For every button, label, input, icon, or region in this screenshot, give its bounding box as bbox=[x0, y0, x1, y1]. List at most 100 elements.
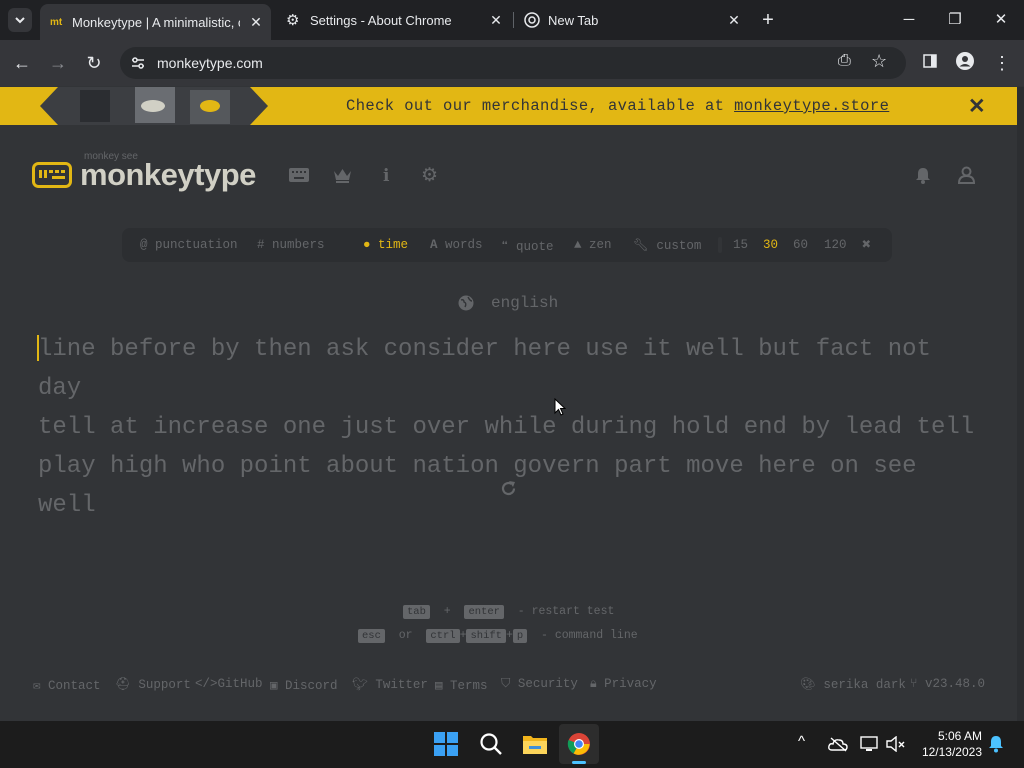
footer-github[interactable]: </>GitHub bbox=[195, 677, 263, 691]
shield-icon: ⛉ bbox=[501, 677, 511, 691]
taskbar-chrome[interactable] bbox=[559, 724, 599, 764]
minimize-button[interactable]: ─ bbox=[897, 8, 921, 32]
quote-icon: ❝ bbox=[501, 240, 509, 254]
close-icon[interactable]: ✕ bbox=[726, 12, 742, 29]
close-window-button[interactable]: ✕ bbox=[989, 8, 1013, 32]
restore-button[interactable]: ❐ bbox=[943, 8, 967, 32]
logo-text[interactable]: monkeytype bbox=[80, 157, 256, 193]
mode-label: time bbox=[378, 238, 409, 252]
numbers-label: numbers bbox=[272, 238, 325, 252]
footer-support[interactable]: ⛑ Support bbox=[115, 677, 191, 692]
forward-button[interactable]: → bbox=[46, 51, 70, 75]
punctuation-toggle[interactable]: @ punctuation bbox=[140, 238, 238, 252]
notification-bell-icon[interactable] bbox=[915, 167, 931, 184]
twitter-icon: 🐦︎ bbox=[352, 678, 368, 692]
or-text: or bbox=[398, 629, 413, 642]
footer-discord[interactable]: ▣ Discord bbox=[270, 677, 338, 693]
mode-zen[interactable]: ▲ zen bbox=[574, 238, 612, 252]
custom-tools-icon[interactable]: ✖ bbox=[862, 235, 871, 254]
key-p: p bbox=[512, 629, 528, 643]
side-panel-icon bbox=[923, 54, 937, 68]
footer-link-label: GitHub bbox=[217, 677, 263, 691]
chevron-up-icon[interactable]: ^ bbox=[798, 733, 805, 750]
gear-icon: ⚙ bbox=[286, 12, 300, 29]
footer-contact[interactable]: ✉ Contact bbox=[33, 677, 101, 693]
close-icon[interactable]: ✕ bbox=[248, 14, 264, 31]
account-icon[interactable] bbox=[958, 166, 975, 184]
restore-icon: ❐ bbox=[948, 11, 962, 28]
close-icon: ✕ bbox=[994, 11, 1008, 28]
language-button[interactable]: english bbox=[458, 294, 558, 312]
more-vert-icon: ⋮ bbox=[993, 53, 1011, 73]
mode-quote[interactable]: ❝ quote bbox=[501, 238, 554, 254]
close-icon[interactable]: ✕ bbox=[488, 12, 504, 29]
numbers-toggle[interactable]: # numbers bbox=[257, 238, 325, 252]
footer-version[interactable]: ⑂ v23.48.0 bbox=[910, 677, 985, 691]
footer-privacy[interactable]: 🔒︎ Privacy bbox=[590, 677, 657, 691]
language-label: english bbox=[491, 294, 559, 312]
site-info-icon[interactable] bbox=[130, 55, 146, 71]
footer-link-label: Twitter bbox=[375, 678, 428, 692]
monkeytype-logo-icon[interactable] bbox=[32, 162, 72, 188]
plus-text: + bbox=[505, 629, 513, 642]
chrome-menu-button[interactable]: ⋮ bbox=[990, 51, 1014, 75]
at-icon: @ bbox=[140, 238, 148, 252]
close-banner-button[interactable]: ✕ bbox=[968, 94, 986, 119]
bookmark-star-icon[interactable]: ☆ bbox=[871, 51, 887, 72]
key-ctrl: ctrl bbox=[426, 629, 460, 643]
restart-button[interactable] bbox=[500, 480, 517, 497]
footer-theme[interactable]: 🎨︎ serika dark bbox=[800, 677, 906, 692]
onedrive-offline-icon[interactable] bbox=[828, 736, 848, 752]
merch-store-link[interactable]: monkeytype.store bbox=[734, 97, 889, 115]
lock-icon: 🔒︎ bbox=[590, 677, 597, 691]
taskbar-clock[interactable]: 5:06 AM 12/13/2023 bbox=[918, 728, 982, 760]
back-button[interactable]: ← bbox=[10, 51, 34, 75]
clock-icon: ● bbox=[363, 238, 371, 252]
footer-terms[interactable]: ▤ Terms bbox=[435, 677, 488, 693]
tab-monkeytype[interactable]: mt Monkeytype | A minimalistic, cu ✕ bbox=[40, 4, 271, 40]
tab-settings[interactable]: ⚙ Settings - About Chrome ✕ bbox=[280, 6, 510, 34]
new-tab-button[interactable]: + bbox=[756, 8, 780, 32]
file-explorer-icon[interactable] bbox=[522, 732, 548, 756]
notification-bell-icon[interactable] bbox=[988, 735, 1004, 753]
close-icon: ✕ bbox=[968, 95, 986, 118]
key-shift: shift bbox=[466, 629, 506, 643]
mode-time[interactable]: ● time bbox=[363, 238, 408, 252]
settings-gear-icon[interactable]: ⚙ bbox=[421, 164, 438, 187]
restart-hint: tab + enter - restart test bbox=[403, 605, 614, 619]
code-icon: </> bbox=[195, 677, 218, 691]
crown-icon[interactable] bbox=[333, 167, 352, 183]
address-bar[interactable]: monkeytype.com ⎙ ☆ bbox=[120, 47, 906, 79]
keyboard-icon[interactable] bbox=[289, 168, 309, 182]
profile-button[interactable] bbox=[953, 51, 977, 75]
mode-custom[interactable]: 🔧︎ custom bbox=[633, 238, 701, 253]
tab-new-tab[interactable]: New Tab ✕ bbox=[518, 6, 748, 34]
side-panel-button[interactable] bbox=[918, 51, 942, 75]
duration-120[interactable]: 120 bbox=[824, 238, 847, 252]
word-line: line before by then ask consider here us… bbox=[38, 336, 931, 402]
page-scrollbar[interactable] bbox=[1017, 87, 1024, 721]
minimize-icon: ─ bbox=[903, 11, 915, 28]
footer-link-label: Privacy bbox=[604, 677, 657, 691]
url-text[interactable]: monkeytype.com bbox=[157, 55, 263, 71]
duration-15[interactable]: 15 bbox=[733, 238, 748, 252]
volume-muted-icon[interactable] bbox=[885, 736, 905, 752]
footer-twitter[interactable]: 🐦︎ Twitter bbox=[352, 677, 428, 692]
mode-words[interactable]: A words bbox=[430, 238, 483, 252]
windows-taskbar: ^ 5:06 AM 12/13/2023 bbox=[0, 721, 1024, 768]
info-icon[interactable]: i bbox=[383, 166, 389, 186]
windows-start-icon[interactable] bbox=[434, 732, 458, 756]
duration-30[interactable]: 30 bbox=[763, 238, 778, 252]
install-app-icon[interactable]: ⎙ bbox=[838, 52, 851, 70]
network-icon[interactable] bbox=[860, 736, 878, 752]
footer-security[interactable]: ⛉ Security bbox=[501, 677, 578, 691]
tab-search-button[interactable] bbox=[8, 8, 32, 32]
reload-button[interactable]: ↻ bbox=[82, 51, 106, 75]
duration-60[interactable]: 60 bbox=[793, 238, 808, 252]
plus-text: + bbox=[443, 605, 451, 618]
key-tab: tab bbox=[403, 605, 430, 619]
search-icon[interactable] bbox=[479, 732, 503, 756]
footer-link-label: Terms bbox=[450, 679, 488, 693]
mouse-cursor-icon bbox=[554, 398, 566, 416]
wrench-icon: 🔧︎ bbox=[633, 239, 649, 253]
